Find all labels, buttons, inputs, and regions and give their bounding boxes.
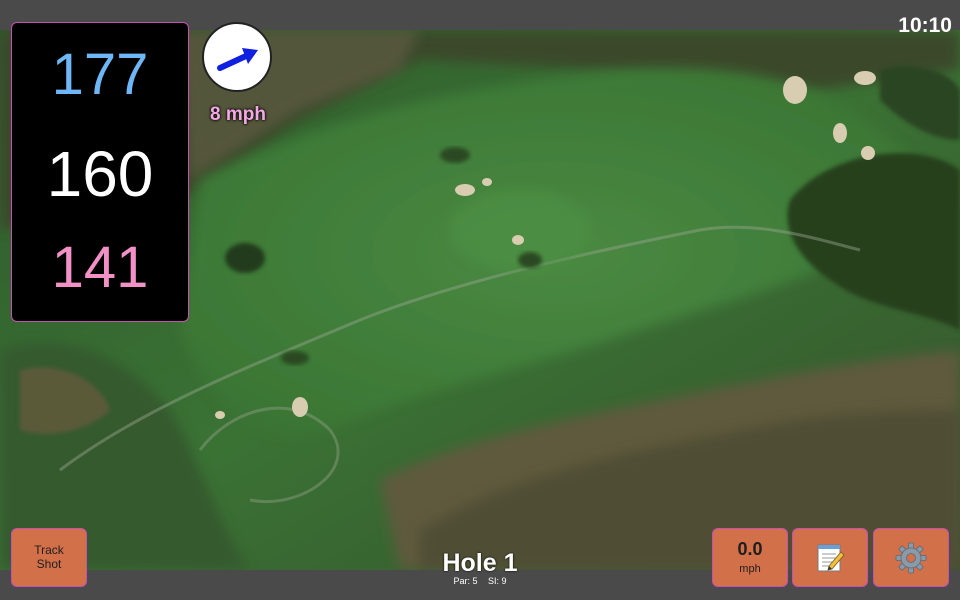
tree-clump-small bbox=[281, 351, 309, 365]
tree-clump-small bbox=[225, 243, 265, 273]
gear-icon bbox=[895, 542, 927, 573]
notepad-icon bbox=[817, 544, 845, 571]
bunker bbox=[215, 411, 225, 419]
wind-speed: 8 mph bbox=[210, 104, 266, 125]
hole-title: Hole 1 bbox=[442, 549, 518, 577]
speed-value: 0.0 bbox=[737, 538, 763, 559]
hole-meta: Par: 5 SI: 9 bbox=[380, 576, 580, 586]
bunker bbox=[833, 123, 847, 143]
hole-par: Par: 5 bbox=[453, 576, 478, 586]
distance-front: 141 bbox=[51, 235, 149, 300]
distance-center: 160 bbox=[46, 138, 154, 210]
speed-unit: mph bbox=[739, 563, 761, 576]
bunker bbox=[854, 71, 876, 85]
wind-indicator bbox=[202, 22, 272, 92]
bunker bbox=[783, 76, 807, 104]
distance-panel: 177 160 141 bbox=[11, 22, 189, 322]
hole-si: SI: 9 bbox=[488, 576, 507, 586]
notes-button[interactable] bbox=[792, 528, 868, 587]
settings-button[interactable] bbox=[873, 528, 949, 587]
track-shot-label-line2: Shot bbox=[36, 556, 62, 571]
bunker bbox=[512, 235, 524, 245]
speed-button[interactable]: 0.0 mph bbox=[712, 528, 788, 587]
distance-back: 177 bbox=[51, 42, 149, 107]
bunker bbox=[861, 146, 875, 160]
track-shot-button[interactable]: Track Shot bbox=[11, 528, 87, 587]
clock: 10:10 bbox=[898, 14, 952, 37]
golf-gps-screen: 10:10 177 160 141 8 mph Track Shot Hole … bbox=[0, 0, 960, 600]
tree-clump-small bbox=[518, 252, 542, 268]
track-shot-label-line1: Track bbox=[34, 542, 64, 557]
bunker bbox=[455, 184, 475, 196]
bunker bbox=[292, 397, 308, 417]
tree-clump-small bbox=[440, 147, 470, 163]
bunker bbox=[482, 178, 492, 186]
arrow-icon bbox=[217, 48, 258, 71]
